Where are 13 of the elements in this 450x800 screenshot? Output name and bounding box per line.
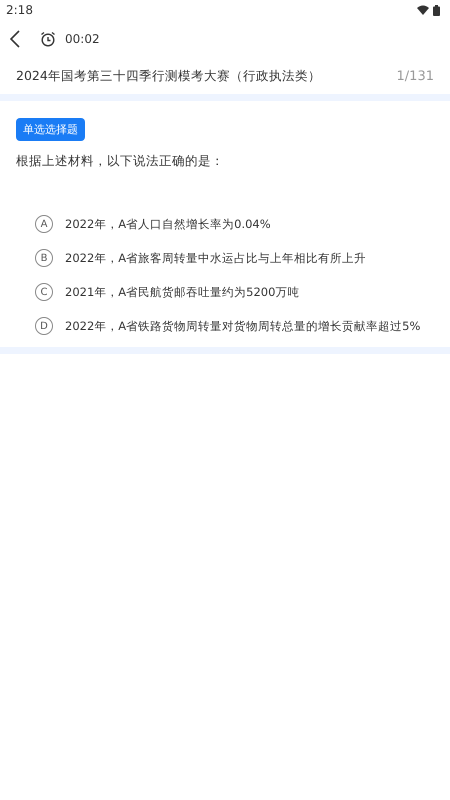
answer-option[interactable]: D 2022年，A省铁路货物周转量对货物周转总量的增长贡献率超过5%: [35, 317, 434, 335]
answer-option[interactable]: C 2021年，A省民航货邮吞吐量约为5200万吨: [35, 283, 434, 301]
battery-icon: [433, 4, 440, 16]
back-button[interactable]: [10, 30, 20, 48]
alarm-clock-icon: [40, 31, 56, 47]
exam-title: 2024年国考第三十四季行测模考大赛（行政执法类）: [16, 68, 321, 84]
wifi-icon: [417, 5, 429, 15]
answer-option[interactable]: A 2022年，A省人口自然增长率为0.04%: [35, 215, 434, 233]
question-stem: 根据上述材料，以下说法正确的是：: [16, 153, 225, 170]
question-type-tag: 单选选择题: [16, 118, 85, 141]
timer-text: 00:02: [65, 32, 100, 46]
answer-option[interactable]: B 2022年，A省旅客周转量中水运占比与上年相比有所上升: [35, 249, 434, 267]
status-time: 2:18: [6, 3, 33, 17]
